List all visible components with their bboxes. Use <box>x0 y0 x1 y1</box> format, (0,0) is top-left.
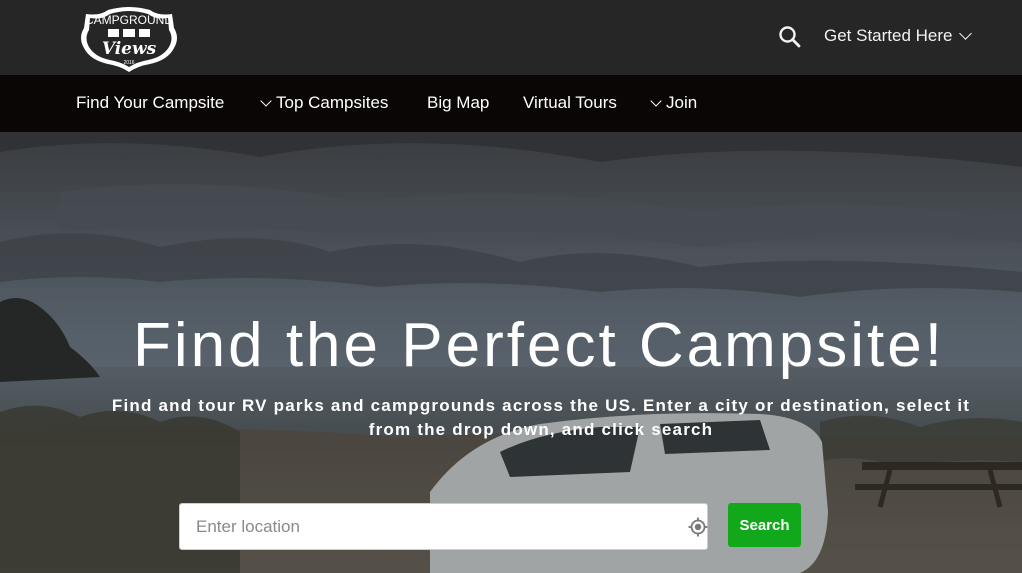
crosshair-icon <box>688 517 708 537</box>
nav-item-big-map[interactable]: Big Map <box>427 93 489 113</box>
logo-text-year: 2016 <box>123 60 134 66</box>
logo-text-views: Views <box>102 39 157 59</box>
main-nav: Find Your Campsite Top Campsites Big Map… <box>0 75 1022 132</box>
hero-subtitle: Find and tour RV parks and campgrounds a… <box>96 394 986 442</box>
header-search-button[interactable] <box>777 24 803 50</box>
nav-item-label: Join <box>666 93 698 112</box>
nav-item-join[interactable]: Join <box>650 93 698 113</box>
nav-item-label: Find Your Campsite <box>76 93 225 112</box>
nav-item-label: Virtual Tours <box>523 93 617 112</box>
search-icon <box>779 26 801 48</box>
chevron-down-icon <box>958 27 972 40</box>
get-started-dropdown[interactable]: Get Started Here <box>824 26 972 46</box>
logo-text-campground: CAMPGROUND <box>85 13 173 27</box>
site-logo[interactable]: CAMPGROUND Views 2016 <box>78 4 180 72</box>
top-header: CAMPGROUND Views 2016 Get Started Here <box>0 0 1022 75</box>
logo-shield-icon: CAMPGROUND Views 2016 <box>81 7 177 72</box>
get-started-label: Get Started Here <box>824 26 953 45</box>
search-button[interactable]: Search <box>728 503 801 547</box>
nav-item-label: Top Campsites <box>276 93 389 112</box>
chevron-down-icon <box>260 94 272 107</box>
location-search-box <box>179 503 708 550</box>
nav-item-virtual-tours[interactable]: Virtual Tours <box>523 93 617 113</box>
nav-item-top-campsites[interactable]: Top Campsites <box>260 93 389 113</box>
nav-item-find-your-campsite[interactable]: Find Your Campsite <box>76 93 224 113</box>
nav-item-label: Big Map <box>427 93 490 112</box>
hero-section: Find the Perfect Campsite! Find and tour… <box>0 132 1022 573</box>
locate-button[interactable] <box>688 517 708 537</box>
location-input[interactable] <box>180 504 670 549</box>
hero-title: Find the Perfect Campsite! <box>133 311 945 380</box>
hero-subtitle-line1: Find and tour RV parks and campgrounds a… <box>111 396 971 415</box>
chevron-down-icon <box>650 94 662 107</box>
hero-subtitle-line2: from the drop down, and click search <box>368 420 714 439</box>
